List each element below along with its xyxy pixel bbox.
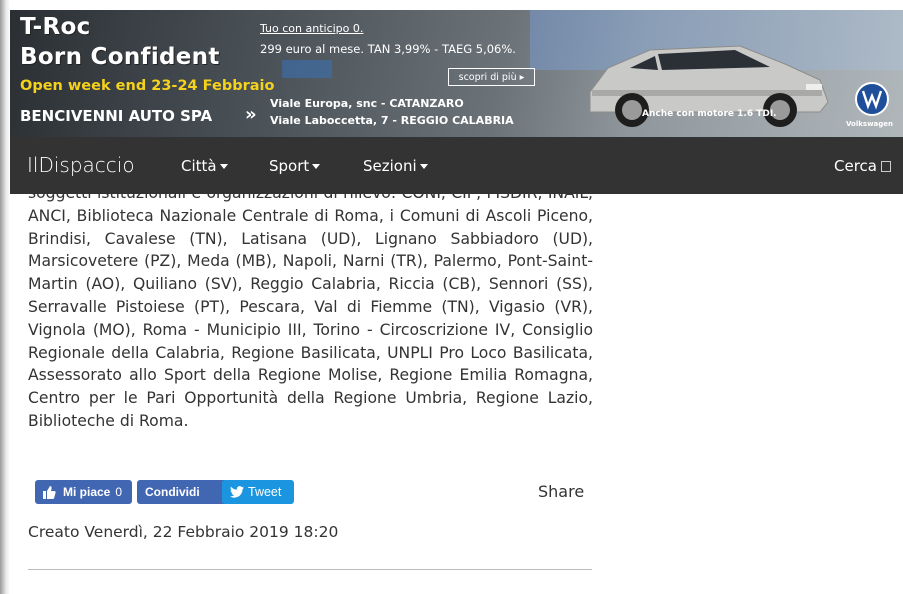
nav-item-sezioni[interactable]: Sezioni bbox=[363, 157, 428, 175]
tweet-button[interactable]: Tweet bbox=[222, 480, 294, 504]
search-icon bbox=[881, 161, 891, 172]
ad-title-line1: T-Roc bbox=[20, 14, 91, 40]
caret-down-icon bbox=[219, 164, 228, 169]
volkswagen-logo-icon bbox=[855, 82, 889, 116]
nav-item-label: Sezioni bbox=[363, 157, 417, 175]
ad-cta-button[interactable]: scopri di più ▸ bbox=[448, 68, 535, 86]
article-body: soggetti istituzionali e organizzazioni … bbox=[28, 182, 593, 433]
tweet-label: Tweet bbox=[248, 485, 282, 499]
caret-down-icon bbox=[312, 164, 321, 169]
search-label: Cerca bbox=[834, 157, 877, 175]
facebook-like-button[interactable]: Mi piace 0 bbox=[35, 480, 132, 504]
banner-top-stripe bbox=[10, 0, 903, 10]
ad-offer-line2: 299 euro al mese. TAN 3,99% - TAEG 5,06%… bbox=[260, 42, 516, 56]
banner-accent-bar bbox=[282, 60, 332, 78]
divider bbox=[28, 569, 592, 570]
ad-brand: Volkswagen bbox=[846, 120, 893, 128]
created-date: Creato Venerdì, 22 Febbraio 2019 18:20 bbox=[28, 523, 339, 541]
ad-address-2: Viale Laboccetta, 7 - REGGIO CALABRIA bbox=[270, 114, 514, 127]
thumbs-up-icon bbox=[43, 485, 56, 499]
nav-item-citta[interactable]: Città bbox=[181, 157, 228, 175]
page-left-shadow bbox=[0, 0, 10, 594]
ad-promo: Open week end 23-24 Febbraio bbox=[20, 78, 275, 94]
ad-engine-note: Anche con motore 1.6 TDI. bbox=[642, 109, 777, 119]
ad-title-line2: Born Confident bbox=[20, 44, 220, 70]
ad-dealer: BENCIVENNI AUTO SPA bbox=[20, 107, 213, 125]
twitter-bird-icon bbox=[230, 486, 244, 498]
caret-down-icon bbox=[419, 164, 428, 169]
like-count: 0 bbox=[115, 485, 123, 499]
ad-address-1: Viale Europa, snc - CATANZARO bbox=[270, 97, 464, 110]
ad-offer-line1: Tuo con anticipo 0. bbox=[260, 22, 364, 35]
article-paragraph: soggetti istituzionali e organizzazioni … bbox=[28, 184, 593, 430]
search-toggle[interactable]: Cerca bbox=[834, 157, 891, 175]
ad-banner[interactable]: T-Roc Born Confident Open week end 23-24… bbox=[10, 0, 903, 137]
share-link[interactable]: Share bbox=[538, 482, 584, 501]
nav-item-label: Sport bbox=[269, 157, 310, 175]
like-label: Mi piace bbox=[63, 485, 111, 499]
site-brand-link[interactable]: IlDispaccio bbox=[27, 153, 135, 177]
nav-item-label: Città bbox=[181, 157, 217, 175]
nav-item-sport[interactable]: Sport bbox=[269, 157, 321, 175]
ad-arrow-icon: » bbox=[245, 104, 257, 125]
